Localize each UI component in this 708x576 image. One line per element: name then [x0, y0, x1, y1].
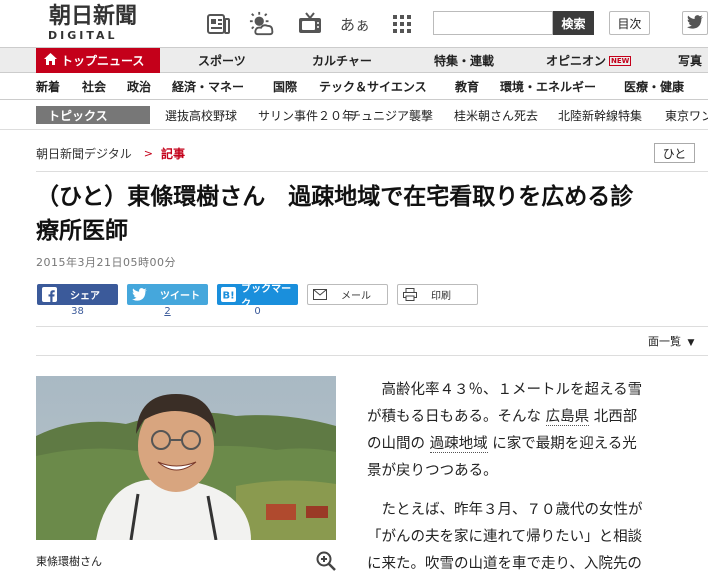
- section-latest[interactable]: 新着: [36, 73, 60, 100]
- article-body: 高齢化率４３％、１メートルを超える雪 が積もる日もある。そんな 広島県 北西部 …: [367, 377, 708, 576]
- section-international[interactable]: 国際: [273, 73, 297, 100]
- topics-bar: トピックス 選抜高校野球 サリン事件２０年 チュニジア襲撃 桂米朝さん死去 北陸…: [0, 100, 708, 130]
- body-line: に来た。吹雪の山道を車で走り、入院先の: [367, 556, 642, 572]
- twitter-share-count[interactable]: 2: [127, 306, 208, 317]
- bookmark-share-label: ブックマーク: [241, 283, 292, 310]
- body-line: たとえば、昨年３月、７０歳代の女性が: [367, 497, 708, 524]
- hiragana-icon[interactable]: あぁ: [340, 11, 370, 37]
- article-paragraph: たとえば、昨年３月、７０歳代の女性が 「がんの夫を家に連れて帰りたい」と相談 に…: [367, 497, 708, 576]
- photo-caption: 東條環樹さん: [36, 555, 102, 568]
- tv-icon[interactable]: [297, 11, 323, 37]
- facebook-icon: [40, 287, 58, 302]
- section-tech[interactable]: テック＆サイエンス: [319, 73, 427, 100]
- body-text: が積もる日もある。そんな: [367, 409, 541, 425]
- topic-item[interactable]: 桂米朝さん死去: [454, 100, 538, 130]
- svg-text:B!: B!: [223, 291, 235, 302]
- newspaper-icon[interactable]: [206, 11, 232, 37]
- grid-menu-icon[interactable]: [389, 11, 415, 37]
- breadcrumb-separator: >: [143, 146, 153, 160]
- body-text: に家で最期を迎える光: [492, 436, 637, 452]
- mail-share-label: メール: [341, 291, 371, 302]
- twitter-share-label: ツイート: [160, 291, 200, 302]
- nav-sports[interactable]: スポーツ: [198, 48, 246, 73]
- topic-item[interactable]: 選抜高校野球: [165, 100, 237, 130]
- main-nav: トップニュース スポーツ カルチャー 特集・連載 オピニオン NEW 写真: [0, 47, 708, 73]
- divider: [36, 326, 708, 327]
- mail-icon: [311, 287, 329, 302]
- article-date: 2015年3月21日05時00分: [36, 256, 176, 269]
- bookmark-share-button[interactable]: B! ブックマーク: [217, 284, 298, 310]
- site-logo[interactable]: 朝日新聞 DIGITAL: [36, 3, 154, 43]
- twitter-share-button[interactable]: ツイート: [127, 284, 208, 305]
- print-label: 印刷: [431, 291, 451, 302]
- site-header: 朝日新聞 DIGITAL あぁ 検索 目次: [0, 0, 708, 47]
- divider: [36, 171, 708, 172]
- section-nav: 新着 社会 政治 経済・マネー 国際 テック＆サイエンス 教育 環境・エネルギー…: [0, 73, 708, 100]
- headline-line: 療所医師: [36, 217, 128, 244]
- nav-features[interactable]: 特集・連載: [434, 48, 494, 73]
- section-economy[interactable]: 経済・マネー: [172, 73, 244, 100]
- breadcrumb-home[interactable]: 朝日新聞デジタル: [36, 145, 132, 162]
- bookmark-share-count: 0: [254, 306, 261, 317]
- facebook-share-count: 38: [71, 306, 84, 317]
- article-paragraph: 高齢化率４３％、１メートルを超える雪 が積もる日もある。そんな 広島県 北西部 …: [367, 377, 708, 485]
- twitter-icon: [130, 287, 148, 302]
- page-list-dropdown[interactable]: 面一覧 ▼: [648, 333, 694, 349]
- facebook-share-button[interactable]: シェア: [37, 284, 118, 305]
- body-line: が積もる日もある。そんな 広島県 北西部: [367, 404, 708, 431]
- print-icon: [401, 287, 419, 302]
- search-button[interactable]: 検索: [553, 11, 594, 35]
- new-badge: NEW: [609, 55, 632, 66]
- topic-item[interactable]: チュニジア襲撃: [349, 100, 433, 130]
- zoom-icon[interactable]: [316, 551, 336, 571]
- tag-button[interactable]: ひと: [654, 143, 695, 163]
- breadcrumb-current: 記事: [160, 146, 185, 161]
- breadcrumb: 朝日新聞デジタル > 記事: [36, 145, 185, 161]
- page-list-label: 面一覧: [648, 335, 681, 348]
- weather-icon[interactable]: [249, 11, 275, 37]
- section-environment[interactable]: 環境・エネルギー: [500, 73, 596, 100]
- nav-opinion-label: オピニオン: [546, 54, 607, 68]
- body-text: 高齢化率４３％、１メートルを超える雪: [381, 382, 643, 398]
- nav-photo[interactable]: 写真: [678, 48, 702, 73]
- search-input[interactable]: [433, 11, 553, 35]
- facebook-share-label: シェア: [70, 291, 100, 302]
- body-text: たとえば、昨年３月、７０歳代の女性が: [381, 502, 643, 518]
- body-line: の山間の 過疎地域 に家で最期を迎える光: [367, 431, 708, 458]
- body-text: の山間の: [367, 436, 425, 452]
- divider: [36, 355, 708, 356]
- topic-item[interactable]: サリン事件２０年: [258, 100, 354, 130]
- logo-subtitle: DIGITAL: [48, 29, 118, 42]
- body-line: 高齢化率４３％、１メートルを超える雪: [367, 377, 708, 404]
- section-society[interactable]: 社会: [82, 73, 106, 100]
- home-icon: [44, 53, 57, 68]
- nav-opinion[interactable]: オピニオン NEW: [546, 48, 632, 73]
- topic-item[interactable]: 東京ワン: [665, 100, 708, 130]
- keyword-link[interactable]: 広島県: [545, 409, 590, 426]
- twitter-follow-button[interactable]: [682, 11, 708, 35]
- toc-button[interactable]: 目次: [609, 11, 650, 35]
- body-line: 「がんの夫を家に連れて帰りたい」と相談: [367, 529, 643, 545]
- nav-culture[interactable]: カルチャー: [312, 48, 372, 73]
- nav-top-news-label: トップニュース: [61, 54, 145, 68]
- nav-top-news[interactable]: トップニュース: [36, 48, 160, 73]
- hatena-bookmark-icon: B!: [220, 287, 237, 302]
- section-politics[interactable]: 政治: [127, 73, 151, 100]
- section-education[interactable]: 教育: [455, 73, 479, 100]
- mail-share-button[interactable]: メール: [307, 284, 388, 305]
- keyword-link[interactable]: 過疎地域: [429, 436, 488, 453]
- body-line: 景が戻りつつある。: [367, 463, 498, 479]
- logo-title: 朝日新聞: [49, 3, 138, 29]
- caret-down-icon: ▼: [687, 338, 695, 348]
- headline-line: （ひと）東條環樹さん 過疎地域で在宅看取りを広める診: [36, 183, 634, 210]
- section-health[interactable]: 医療・健康: [624, 73, 684, 100]
- twitter-bird-icon: [687, 14, 703, 33]
- article-headline: （ひと）東條環樹さん 過疎地域で在宅看取りを広める診 療所医師: [36, 180, 708, 248]
- article-photo[interactable]: [36, 376, 336, 540]
- print-button[interactable]: 印刷: [397, 284, 478, 305]
- topic-item[interactable]: 北陸新幹線特集: [558, 100, 642, 130]
- body-text: 北西部: [593, 409, 638, 425]
- topics-label: トピックス: [36, 106, 150, 124]
